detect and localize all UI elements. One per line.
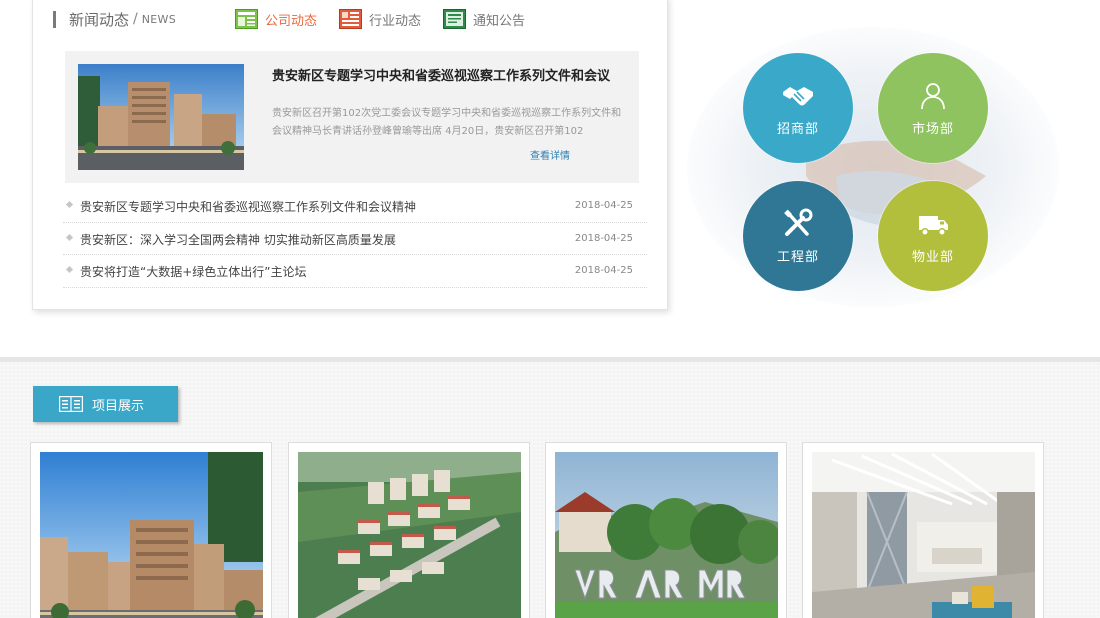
projects-section-label: 项目展示: [33, 386, 178, 422]
news-item-title[interactable]: 贵安新区专题学习中央和省委巡视巡察工作系列文件和会议精神: [80, 198, 416, 215]
tools-icon: [784, 208, 813, 236]
tab-label: 通知公告: [473, 13, 526, 29]
dept-label: 招商部: [776, 121, 819, 137]
vr-ar-mr-park-photo: [555, 452, 778, 618]
bullet-icon: [65, 265, 74, 274]
project-image: [555, 452, 778, 618]
news-item-title[interactable]: 贵安将打造“大数据+绿色立体出行”主论坛: [80, 263, 307, 280]
hotel-building-photo: [78, 64, 244, 170]
book-icon: [59, 396, 83, 412]
notice-icon: [443, 9, 467, 29]
news-list-icon: [339, 9, 363, 29]
view-details-link[interactable]: 查看详情: [530, 147, 570, 162]
dept-marketing[interactable]: 市场部: [878, 53, 988, 163]
featured-news-summary: 贵安新区召开第102次党工委会议专题学习中央和省委巡视巡察工作系列文件和会议精神…: [272, 108, 622, 137]
news-title-en: NEWS: [141, 12, 176, 26]
list-item[interactable]: 贵安将打造“大数据+绿色立体出行”主论坛 2018-04-25: [63, 255, 647, 288]
list-item[interactable]: 贵安新区：深入学习全国两会精神 切实推动新区高质量发展 2018-04-25: [63, 223, 647, 255]
project-card[interactable]: [545, 442, 787, 618]
tab-notices[interactable]: 通知公告: [443, 9, 525, 29]
news-item-title[interactable]: 贵安新区：深入学习全国两会精神 切实推动新区高质量发展: [80, 231, 396, 248]
project-card[interactable]: [288, 442, 530, 618]
handshake-icon: [783, 86, 813, 105]
featured-news-title[interactable]: 贵安新区专题学习中央和省委巡视巡察工作系列文件和会议: [272, 65, 622, 84]
news-item-date: 2018-04-25: [574, 232, 633, 244]
dept-label: 工程部: [776, 249, 819, 265]
news-header: 新闻动态 / NEWS: [53, 7, 176, 31]
news-title: 新闻动态: [69, 10, 130, 29]
news-item-date: 2018-04-25: [574, 265, 633, 276]
news-tabs: 公司动态 行业动态 通知公告: [235, 9, 547, 29]
project-card[interactable]: [802, 442, 1044, 618]
hotel-building-photo: [40, 452, 263, 618]
truck-icon: [919, 215, 948, 236]
aerial-campus-photo: [298, 452, 521, 618]
project-image: [40, 452, 263, 618]
project-image: [298, 452, 521, 618]
dept-engineering[interactable]: 工程部: [743, 181, 853, 291]
bullet-icon: [65, 233, 74, 241]
bullet-icon: [65, 200, 74, 209]
project-image: [812, 452, 1035, 618]
news-grid-icon: [235, 9, 258, 29]
lobby-interior-photo: [812, 452, 1035, 618]
tab-company-news[interactable]: 公司动态: [235, 9, 317, 29]
departments-area: 招商部 市场部 工程部 物业部: [686, 26, 1060, 308]
list-item[interactable]: 贵安新区专题学习中央和省委巡视巡察工作系列文件和会议精神 2018-04-25: [63, 190, 647, 223]
dept-label: 市场部: [911, 121, 954, 137]
news-panel: 新闻动态 / NEWS 公司动态 行业动态 通知公告 贵安新区专题学习中央和省委…: [32, 0, 668, 310]
handshake-background: [687, 27, 1059, 307]
project-card[interactable]: [30, 442, 272, 618]
user-icon: [921, 82, 945, 109]
news-list: 贵安新区专题学习中央和省委巡视巡察工作系列文件和会议精神 2018-04-25 …: [63, 190, 647, 288]
projects-title: 项目展示: [92, 398, 145, 414]
featured-news: 贵安新区专题学习中央和省委巡视巡察工作系列文件和会议 贵安新区召开第102次党工…: [65, 51, 639, 183]
tab-label: 公司动态: [265, 13, 318, 29]
header-bar: [53, 10, 56, 28]
dept-investment[interactable]: 招商部: [743, 53, 853, 163]
dept-property[interactable]: 物业部: [878, 181, 988, 291]
title-slash: /: [133, 11, 138, 27]
dept-label: 物业部: [911, 249, 954, 265]
featured-news-image[interactable]: [78, 64, 244, 170]
tab-industry-news[interactable]: 行业动态: [339, 9, 421, 29]
tab-label: 行业动态: [369, 13, 422, 29]
news-item-date: 2018-04-25: [574, 200, 633, 211]
